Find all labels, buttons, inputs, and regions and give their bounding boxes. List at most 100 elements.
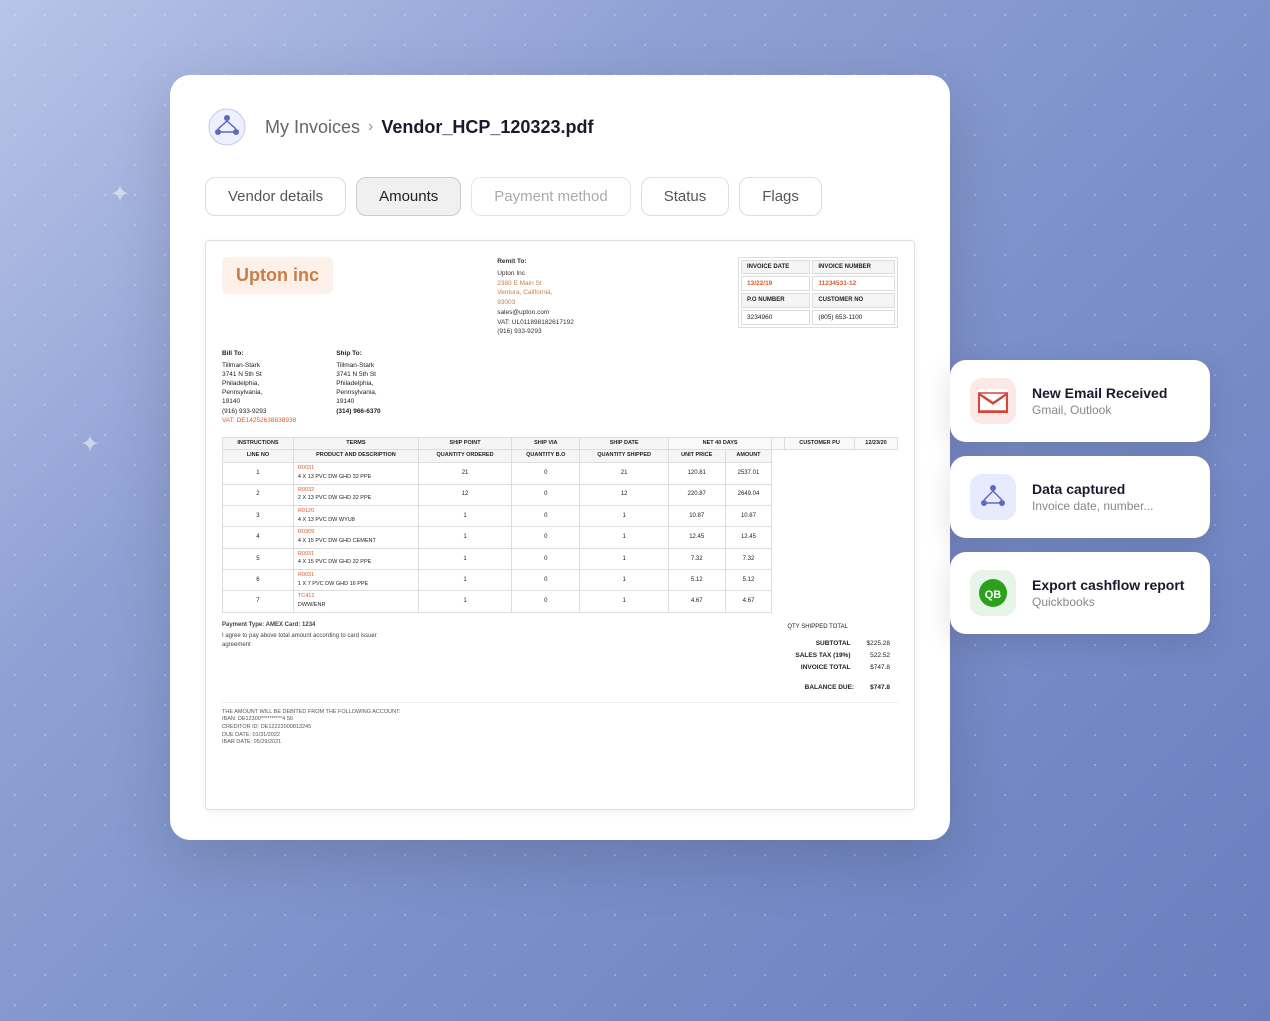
inv-po-label: P.O NUMBER — [741, 293, 810, 307]
payment-note: I agree to pay above total amount accord… — [222, 632, 382, 649]
sparkle-decoration-1: ✦ — [110, 180, 130, 209]
col-ship-date: SHIP DATE — [580, 437, 668, 450]
invoice-total-value: $747.8 — [859, 661, 899, 673]
row-qty-shipped: 1 — [580, 505, 668, 526]
balance-due-row: BALANCE DUE: $747.8 — [222, 681, 898, 693]
svg-text:QB: QB — [985, 589, 1002, 601]
bill-to-phone: (916) 933-9293 — [222, 407, 296, 416]
row-unit-price: 4.67 — [668, 591, 725, 612]
terms-value: NET 40 DAYS — [668, 437, 771, 450]
ship-to: Ship To: Tillman-Stark 3741 N 5th St Phi… — [336, 349, 380, 425]
row-amount: 4.67 — [725, 591, 772, 612]
notification-gmail-text: New Email Received Gmail, Outlook — [1032, 385, 1167, 417]
row-qty-shipped: 1 — [580, 548, 668, 569]
row-qty-shipped: 1 — [580, 570, 668, 591]
tabs-bar: Vendor details Amounts Payment method St… — [205, 177, 915, 216]
col-instructions: INSTRUCTIONS — [223, 437, 294, 450]
app-logo — [205, 105, 249, 149]
bill-ship-section: Bill To: Tillman-Stark 3741 N 5th St Phi… — [222, 349, 898, 425]
inv-number-label: INVOICE NUMBER — [812, 260, 895, 274]
table-row: 6 R0031 1 X 7 PVC DW GHD 16 PPE 1 0 1 5.… — [223, 570, 898, 591]
quickbooks-icon: QB — [970, 570, 1016, 616]
row-line: 3 — [223, 505, 294, 526]
row-qty-shipped: 1 — [580, 591, 668, 612]
col-line-no: LINE NO — [223, 450, 294, 463]
notification-gmail: New Email Received Gmail, Outlook — [950, 360, 1210, 442]
row-amount: 2649.04 — [725, 484, 772, 505]
bill-to-state: Pennsylvania, — [222, 388, 296, 397]
remit-vat: VAT: UL011898182617192 — [497, 318, 574, 328]
balance-due-value: $747.8 — [862, 681, 898, 693]
table-row: 4 R0309 4 X 15 PVC DW GHD CEMENT 1 0 1 1… — [223, 527, 898, 548]
tab-payment-method[interactable]: Payment method — [471, 177, 630, 216]
ship-to-phone: (314) 966-6370 — [336, 407, 380, 416]
tab-status[interactable]: Status — [641, 177, 730, 216]
row-qty-bo: 0 — [512, 548, 580, 569]
customer-pu-label: CUSTOMER PU — [785, 437, 855, 450]
qb-title: Export cashflow report — [1032, 577, 1184, 593]
qty-shipped-total-label: QTY SHIPPED TOTAL — [787, 623, 848, 631]
row-amount: 10.87 — [725, 505, 772, 526]
row-qty-bo: 0 — [512, 570, 580, 591]
row-qty-ordered: 1 — [418, 591, 511, 612]
col-qty-ordered: QUANTITY ORDERED — [418, 450, 511, 463]
notification-quickbooks: QB Export cashflow report Quickbooks — [950, 552, 1210, 634]
sales-tax-label: SALES TAX (19%) — [787, 649, 858, 661]
bill-to-city: Philadelphia, — [222, 379, 296, 388]
main-card: My Invoices › Vendor_HCP_120323.pdf Vend… — [170, 75, 950, 840]
tab-flags[interactable]: Flags — [739, 177, 822, 216]
col-ship-via: SHIP VIA — [512, 437, 580, 450]
table-row: 1 R0031 4 X 13 PVC DW GHD 32 PPE 21 0 21… — [223, 463, 898, 484]
breadcrumb-current: Vendor_HCP_120323.pdf — [381, 117, 593, 138]
row-line: 7 — [223, 591, 294, 612]
row-line: 4 — [223, 527, 294, 548]
row-unit-price: 10.87 — [668, 505, 725, 526]
sales-tax-value: 522.52 — [859, 649, 899, 661]
row-line: 6 — [223, 570, 294, 591]
breadcrumb: My Invoices › Vendor_HCP_120323.pdf — [265, 117, 593, 138]
row-qty-bo: 0 — [512, 463, 580, 484]
col-qty-shipped: QUANTITY SHIPPED — [580, 450, 668, 463]
line-items-table: INSTRUCTIONS TERMS SHIP POINT SHIP VIA S… — [222, 437, 898, 613]
tab-amounts[interactable]: Amounts — [356, 177, 461, 216]
sparkle-decoration-2: ✦ — [80, 430, 100, 459]
neural-title: Data captured — [1032, 481, 1153, 497]
col-qty-bo: QUANTITY B.O — [512, 450, 580, 463]
inv-customer-label: CUSTOMER NO — [812, 293, 895, 307]
table-row: 3 R0120 4 X 13 PVC DW WYU8 1 0 1 10.87 1… — [223, 505, 898, 526]
subtotal-value: $225.28 — [859, 637, 899, 649]
bill-to-name: Tillman-Stark — [222, 361, 296, 370]
col-product: PRODUCT AND DESCRIPTION — [293, 450, 418, 463]
row-line: 2 — [223, 484, 294, 505]
inv-date-label: INVOICE DATE — [741, 260, 810, 274]
remit-phone: (916) 933-9293 — [497, 327, 574, 337]
balance-due-label: BALANCE DUE: — [797, 681, 862, 693]
row-unit-price: 120.81 — [668, 463, 725, 484]
remit-address3: 93003 — [497, 298, 574, 308]
col-terms: TERMS — [293, 437, 418, 450]
invoice-total-label: INVOICE TOTAL — [787, 661, 858, 673]
ship-to-zip: 19140 — [336, 397, 380, 406]
remit-address2: Ventura, California, — [497, 288, 574, 298]
remit-to-title: Remit To: — [497, 257, 574, 267]
bill-to-zip: 19140 — [222, 397, 296, 406]
notification-quickbooks-text: Export cashflow report Quickbooks — [1032, 577, 1184, 609]
gmail-title: New Email Received — [1032, 385, 1167, 401]
row-qty-ordered: 1 — [418, 570, 511, 591]
remit-name: Upton Inc — [497, 269, 574, 279]
tab-vendor-details[interactable]: Vendor details — [205, 177, 346, 216]
row-amount: 7.32 — [725, 548, 772, 569]
breadcrumb-link[interactable]: My Invoices — [265, 117, 360, 138]
payment-type: Payment Type: AMEX Card: 1234 — [222, 621, 382, 629]
neural-icon — [970, 474, 1016, 520]
header: My Invoices › Vendor_HCP_120323.pdf — [205, 105, 915, 149]
invoice-document: Upton inc Remit To: Upton Inc 2380 E Mai… — [205, 240, 915, 810]
table-row: 7 TC412 DWW/ENR 1 0 1 4.67 4.67 — [223, 591, 898, 612]
totals-section: QTY SHIPPED TOTAL SUBTOTAL $225.28 SALES… — [787, 621, 898, 674]
col-amount: AMOUNT — [725, 450, 772, 463]
notification-neural: Data captured Invoice date, number... — [950, 456, 1210, 538]
row-qty-bo: 0 — [512, 527, 580, 548]
row-unit-price: 220.87 — [668, 484, 725, 505]
bill-to-title: Bill To: — [222, 349, 296, 358]
row-qty-shipped: 1 — [580, 527, 668, 548]
